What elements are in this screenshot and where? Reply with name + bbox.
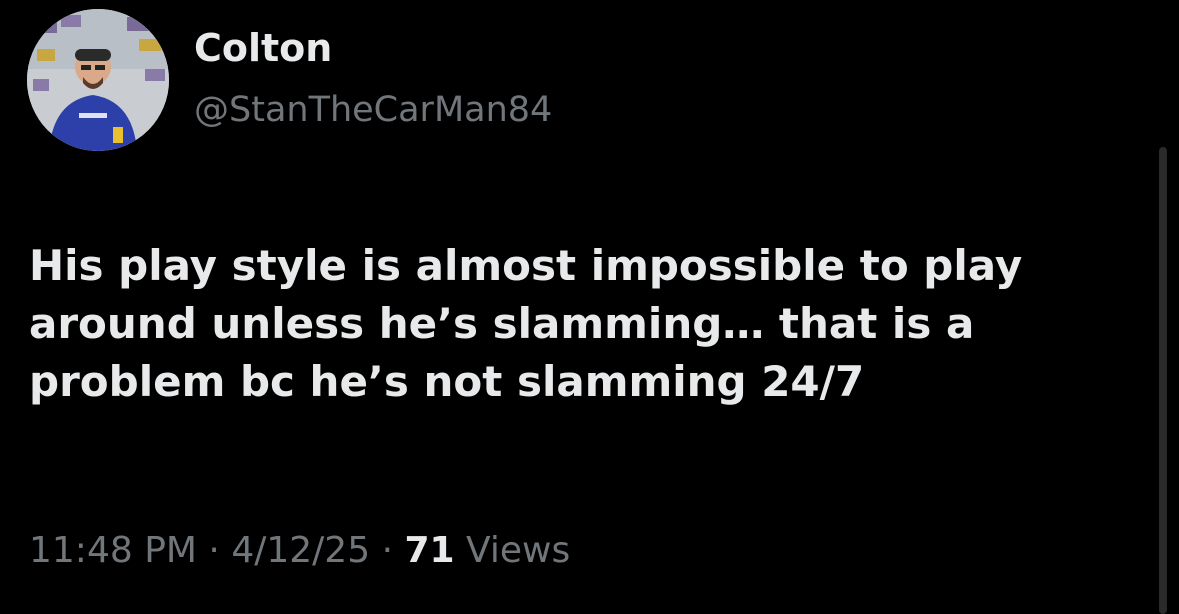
author-handle[interactable]: @StanTheCarMan84 — [194, 90, 552, 130]
meta-separator: · — [208, 530, 220, 571]
avatar-photo — [27, 9, 169, 151]
tweet-text: His play style is almost impossible to p… — [29, 237, 1139, 411]
author-display-name[interactable]: Colton — [194, 26, 332, 70]
tweet-text-line: around unless he’s slamming… that is a — [29, 299, 975, 348]
tweet-time[interactable]: 11:48 PM — [29, 530, 197, 571]
views-label[interactable]: Views — [466, 530, 570, 571]
meta-separator: · — [381, 530, 394, 571]
tweet-text-line: His play style is almost impossible to p… — [29, 241, 1023, 290]
tweet-meta: 11:48 PM · 4/12/25 · 71 Views — [29, 530, 570, 571]
tweet-date[interactable]: 4/12/25 — [231, 530, 370, 571]
views-count[interactable]: 71 — [404, 530, 454, 571]
tweet-text-line: problem bc he’s not slamming 24/7 — [29, 357, 865, 406]
avatar[interactable] — [27, 9, 169, 151]
scrollbar[interactable] — [1159, 147, 1167, 614]
